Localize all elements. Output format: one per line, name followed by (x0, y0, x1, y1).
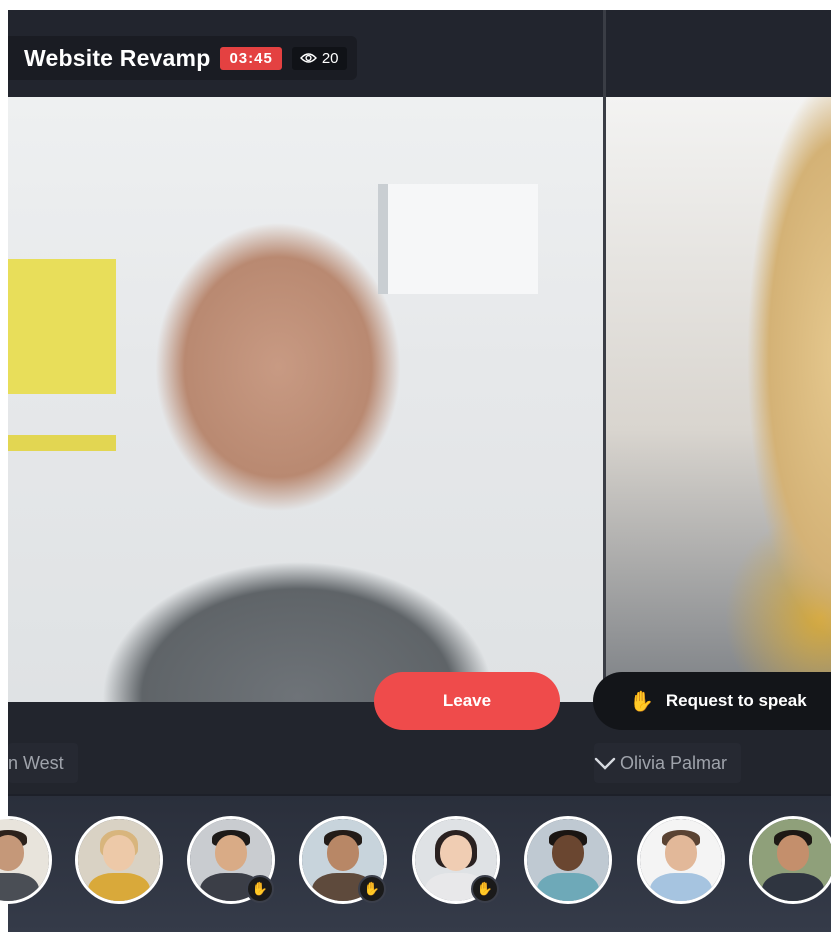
background-shelf (8, 259, 116, 394)
raised-hand-badge: ✋ (471, 875, 499, 903)
speaker-video (606, 97, 831, 702)
raised-hand-icon: ✋ (629, 690, 654, 713)
meeting-title: Website Revamp (24, 44, 211, 71)
request-to-speak-label: Request to speak (665, 691, 807, 710)
meeting-window: Website Revamp 03:45 20 Leave ✋ Request … (8, 10, 831, 932)
speaker-name: Olivia Palmar (620, 752, 728, 773)
background-window (378, 184, 538, 294)
participant-avatar[interactable]: ✋ (187, 816, 275, 904)
meeting-header: Website Revamp 03:45 20 (8, 36, 357, 80)
raised-hand-icon: ✋ (251, 881, 269, 896)
chevron-down-icon[interactable] (594, 756, 616, 770)
video-tile-main[interactable] (8, 10, 603, 702)
speaker-name-tag[interactable]: Olivia Palmar (594, 743, 742, 783)
participant-avatar[interactable] (749, 816, 831, 904)
leave-button[interactable]: Leave (374, 672, 560, 730)
raised-hand-badge: ✋ (246, 875, 274, 903)
tile-header-bar (606, 10, 831, 97)
participant-avatar[interactable]: ✋ (412, 816, 500, 904)
video-tile-secondary[interactable] (606, 10, 831, 702)
raised-hand-badge: ✋ (358, 875, 386, 903)
viewer-count: 20 (321, 49, 339, 67)
speaker-video (8, 97, 603, 702)
raised-hand-icon: ✋ (476, 881, 494, 896)
speaker-name-tag: n West (8, 743, 78, 783)
participant-avatar[interactable]: ✋ (299, 816, 387, 904)
participant-avatar[interactable] (637, 816, 725, 904)
background-shelf-lower (8, 435, 116, 451)
meeting-timer: 03:45 (220, 46, 282, 70)
speaker-name: n West (8, 752, 64, 773)
participant-avatar[interactable] (524, 816, 612, 904)
viewer-count-badge: 20 (291, 46, 347, 70)
raised-hand-icon: ✋ (363, 881, 381, 896)
participant-avatar[interactable] (75, 816, 163, 904)
request-to-speak-button[interactable]: ✋ Request to speak (593, 672, 831, 730)
eye-icon (299, 53, 317, 63)
